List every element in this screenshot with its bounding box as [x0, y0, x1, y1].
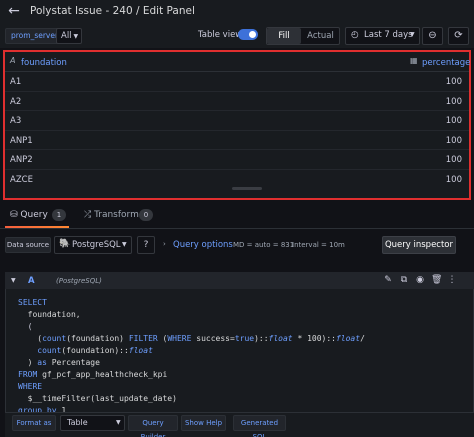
query-builder-button[interactable]: Query Builder: [128, 415, 178, 437]
code-line: ) as Percentage: [18, 358, 100, 367]
table-row: [5, 92, 469, 111]
table-cell-foundation: ANP2: [10, 155, 33, 165]
table-cell-percentage: 100: [445, 77, 462, 87]
tab-query[interactable]: ⛁ Query: [10, 210, 48, 220]
variable-value: All: [61, 31, 72, 41]
format-as-label: Format as: [12, 415, 56, 431]
number-type-icon: ▦: [410, 56, 418, 65]
generated-sql-button[interactable]: Generated SQL: [233, 415, 286, 437]
tab-query-label: Query: [20, 210, 48, 220]
code-line: WHERE: [18, 382, 43, 391]
sql-editor[interactable]: SELECT foundation, ( (count(foundation) …: [18, 293, 470, 413]
eye-icon[interactable]: ◉: [415, 275, 425, 285]
table-row: [5, 111, 469, 131]
table-cell-percentage: 100: [445, 116, 462, 126]
chevron-down-icon: ▼: [116, 419, 121, 426]
string-type-icon: A: [10, 56, 16, 65]
table-cell-foundation: A3: [10, 116, 22, 126]
table-row: [5, 150, 469, 170]
actual-option[interactable]: Actual: [302, 28, 339, 44]
tab-transform-count: 0: [139, 209, 153, 221]
chevron-down-icon: ▼: [410, 31, 415, 38]
interval-info: Interval = 10m: [292, 241, 345, 249]
code-line: FROM gf_pcf_app_healthcheck_kpi: [18, 370, 168, 379]
fill-option[interactable]: Fill: [267, 28, 301, 44]
table-row: [5, 131, 469, 150]
chevron-down-icon: ▼: [122, 241, 127, 248]
max-data-points-info: MD = auto = 831: [233, 241, 295, 249]
postgresql-icon: 🐘: [59, 239, 71, 249]
datasource-name: PostgreSQL: [72, 240, 121, 250]
database-icon: ⛁: [10, 210, 18, 220]
active-tab-indicator: [5, 226, 69, 228]
table-view-toggle[interactable]: [238, 29, 258, 40]
query-inspector-button[interactable]: Query inspector: [382, 236, 456, 254]
query-ref-id[interactable]: A: [28, 276, 35, 286]
editor-tabs: [0, 203, 474, 229]
table-cell-foundation: A2: [10, 96, 22, 107]
table-header: [5, 52, 469, 72]
show-help-button[interactable]: Show Help: [181, 415, 226, 431]
tab-transform[interactable]: ⤮ Transform: [84, 210, 139, 220]
clock-icon: ◴: [351, 30, 359, 40]
table-cell-percentage: 100: [445, 155, 462, 165]
variable-select[interactable]: All ▼: [56, 28, 82, 44]
table-view-label: Table view: [198, 30, 243, 40]
table-cell-foundation: A1: [10, 77, 22, 87]
query-datasource-hint: (PostgreSQL): [56, 277, 102, 285]
tab-transform-label: Transform: [94, 210, 139, 220]
chevron-down-icon: ▼: [73, 33, 79, 40]
datasource-help-icon[interactable]: ?: [137, 236, 155, 254]
arrow-left-icon[interactable]: ←: [6, 3, 22, 19]
code-line: SELECT: [18, 298, 47, 307]
table-cell-foundation: ANP1: [10, 135, 33, 146]
code-line: (count(foundation) FILTER (WHERE success…: [18, 334, 365, 343]
tab-query-count: 1: [52, 209, 66, 221]
code-line: (: [18, 322, 33, 331]
drag-handle-icon[interactable]: ⋮: [447, 275, 457, 285]
duplicate-icon[interactable]: ⧉: [399, 275, 409, 285]
delete-icon[interactable]: 🗑: [431, 275, 442, 285]
refresh-icon[interactable]: ⟳: [448, 27, 469, 45]
code-line: foundation,: [18, 310, 81, 319]
code-line: count(foundation)::float: [37, 346, 153, 355]
chevron-down-icon[interactable]: ▼: [11, 277, 16, 284]
table-cell-foundation: AZCE: [10, 174, 33, 185]
query-options-button[interactable]: Query options: [173, 240, 233, 250]
chevron-right-icon: ›: [163, 240, 166, 248]
time-range-label: Last 7 days: [364, 30, 413, 40]
transform-icon: ⤮: [84, 210, 92, 220]
datasource-label: Data source: [5, 237, 51, 253]
table-row: [5, 72, 469, 92]
edit-icon[interactable]: ✎: [383, 275, 393, 285]
zoom-out-icon[interactable]: ⊖: [422, 27, 443, 45]
toggle-knob: [249, 31, 256, 38]
table-cell-percentage: 100: [445, 135, 462, 146]
column-header-foundation[interactable]: foundation: [21, 58, 67, 68]
table-cell-percentage: 100: [445, 96, 462, 107]
code-line: $__timeFilter(last_update_date): [18, 394, 177, 403]
page-title: Polystat Issue - 240 / Edit Panel: [30, 5, 195, 17]
column-header-percentage[interactable]: percentage: [422, 58, 470, 68]
scrollbar-handle[interactable]: [232, 187, 262, 190]
table-cell-percentage: 100: [445, 174, 462, 185]
